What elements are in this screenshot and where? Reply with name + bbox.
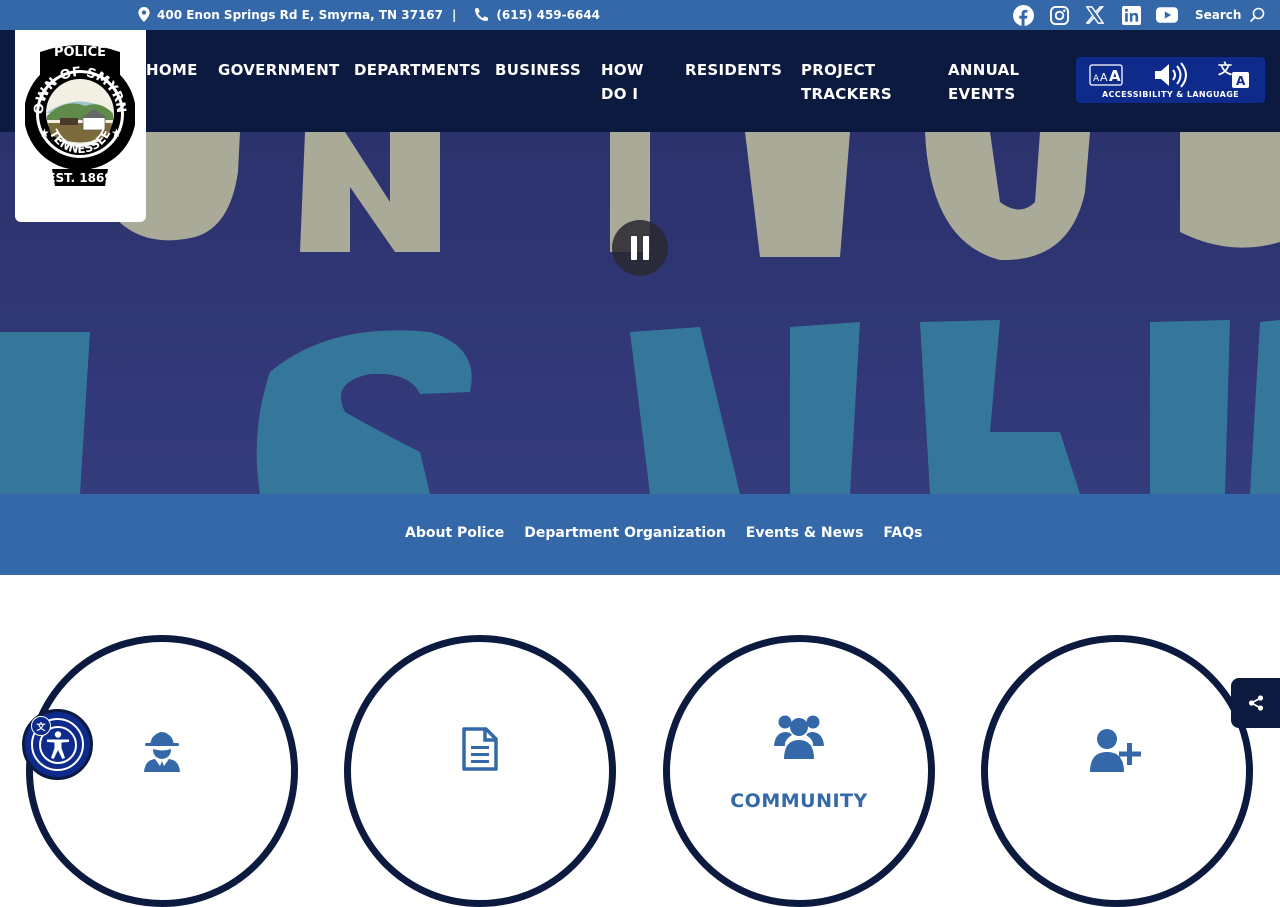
nav-annual-events[interactable]: ANNUAL EVENTS xyxy=(948,58,1019,106)
add-user-icon xyxy=(1090,729,1141,772)
circle-community-title: COMMUNITY xyxy=(730,790,868,812)
phone-link[interactable]: (615) 459-6644 xyxy=(475,8,600,22)
hero-image xyxy=(0,132,1280,494)
nav-departments[interactable]: DEPARTMENTS xyxy=(354,58,481,82)
contact-info: 400 Enon Springs Rd E, Smyrna, TN 37167 … xyxy=(138,7,600,22)
subnav-department-organization[interactable]: Department Organization xyxy=(524,525,726,541)
linkedin-icon[interactable] xyxy=(1120,4,1142,26)
accessibility-widget-button[interactable]: 文 xyxy=(22,709,93,780)
separator: | xyxy=(452,7,457,22)
detective-icon xyxy=(144,732,180,772)
department-subnav: About Police Department Organization Eve… xyxy=(0,494,1280,575)
logo-top-text: POLICE xyxy=(54,45,106,60)
address-text[interactable]: 400 Enon Springs Rd E, Smyrna, TN 37167 xyxy=(157,8,443,22)
subnav-about-police[interactable]: About Police xyxy=(405,525,504,541)
quicklink-circle-community[interactable]: COMMUNITY xyxy=(663,635,935,907)
police-seal-logo: POLICE TOWN OF SMYRNA TENNESSEE ★ ★ EST.… xyxy=(25,40,135,186)
hero-banner xyxy=(0,132,1280,494)
accessibility-language-button[interactable]: A A A 文 A ACCESSIBILITY & LANGUAGE xyxy=(1076,57,1265,103)
share-icon xyxy=(1248,695,1263,711)
svg-text:A: A xyxy=(1109,67,1121,85)
nav-residents[interactable]: RESIDENTS xyxy=(685,58,782,82)
x-icon[interactable] xyxy=(1084,4,1106,26)
accessibility-label: ACCESSIBILITY & LANGUAGE xyxy=(1101,90,1240,99)
search-icon xyxy=(1250,7,1265,23)
top-bar: 400 Enon Springs Rd E, Smyrna, TN 37167 … xyxy=(0,0,1280,30)
nav-how-do-i[interactable]: HOW DO I xyxy=(601,58,644,106)
nav-business[interactable]: BUSINESS xyxy=(495,58,581,82)
search-label: Search xyxy=(1195,8,1242,22)
share-button[interactable] xyxy=(1231,678,1280,728)
logo[interactable]: POLICE TOWN OF SMYRNA TENNESSEE ★ ★ EST.… xyxy=(15,30,146,222)
nav-project-trackers[interactable]: PROJECT TRACKERS xyxy=(801,58,892,106)
nav-home[interactable]: HOME xyxy=(146,58,198,82)
svg-text:文: 文 xyxy=(1218,61,1233,78)
svg-text:A: A xyxy=(1236,74,1246,88)
youtube-icon[interactable] xyxy=(1156,4,1178,26)
svg-text:A: A xyxy=(1093,74,1100,84)
social-links xyxy=(1012,4,1192,26)
search-link[interactable]: Search xyxy=(1195,7,1265,23)
subnav-faqs[interactable]: FAQs xyxy=(883,525,922,541)
text-size-icon: A A A xyxy=(1089,64,1123,86)
facebook-icon[interactable] xyxy=(1012,4,1034,26)
translate-icon: 文 A xyxy=(1218,61,1249,88)
document-icon xyxy=(462,727,498,771)
logo-star-left: ★ xyxy=(39,126,50,140)
users-icon xyxy=(774,715,824,759)
map-pin-icon xyxy=(138,7,150,22)
nav-government[interactable]: GOVERNMENT xyxy=(218,58,340,82)
logo-star-right: ★ xyxy=(111,126,122,140)
subnav-events-news[interactable]: Events & News xyxy=(746,525,864,541)
volume-icon xyxy=(1155,62,1187,88)
translate-badge-icon: 文 xyxy=(31,716,51,736)
phone-text: (615) 459-6644 xyxy=(496,7,601,22)
phone-icon xyxy=(475,8,489,21)
pause-icon xyxy=(631,236,637,260)
logo-est-text: EST. 1869 xyxy=(47,171,112,185)
instagram-icon[interactable] xyxy=(1048,4,1070,26)
quicklink-circle-4[interactable] xyxy=(981,635,1253,907)
quicklink-circle-2[interactable] xyxy=(344,635,616,907)
svg-text:A: A xyxy=(1100,71,1108,84)
pause-button[interactable] xyxy=(612,220,668,276)
